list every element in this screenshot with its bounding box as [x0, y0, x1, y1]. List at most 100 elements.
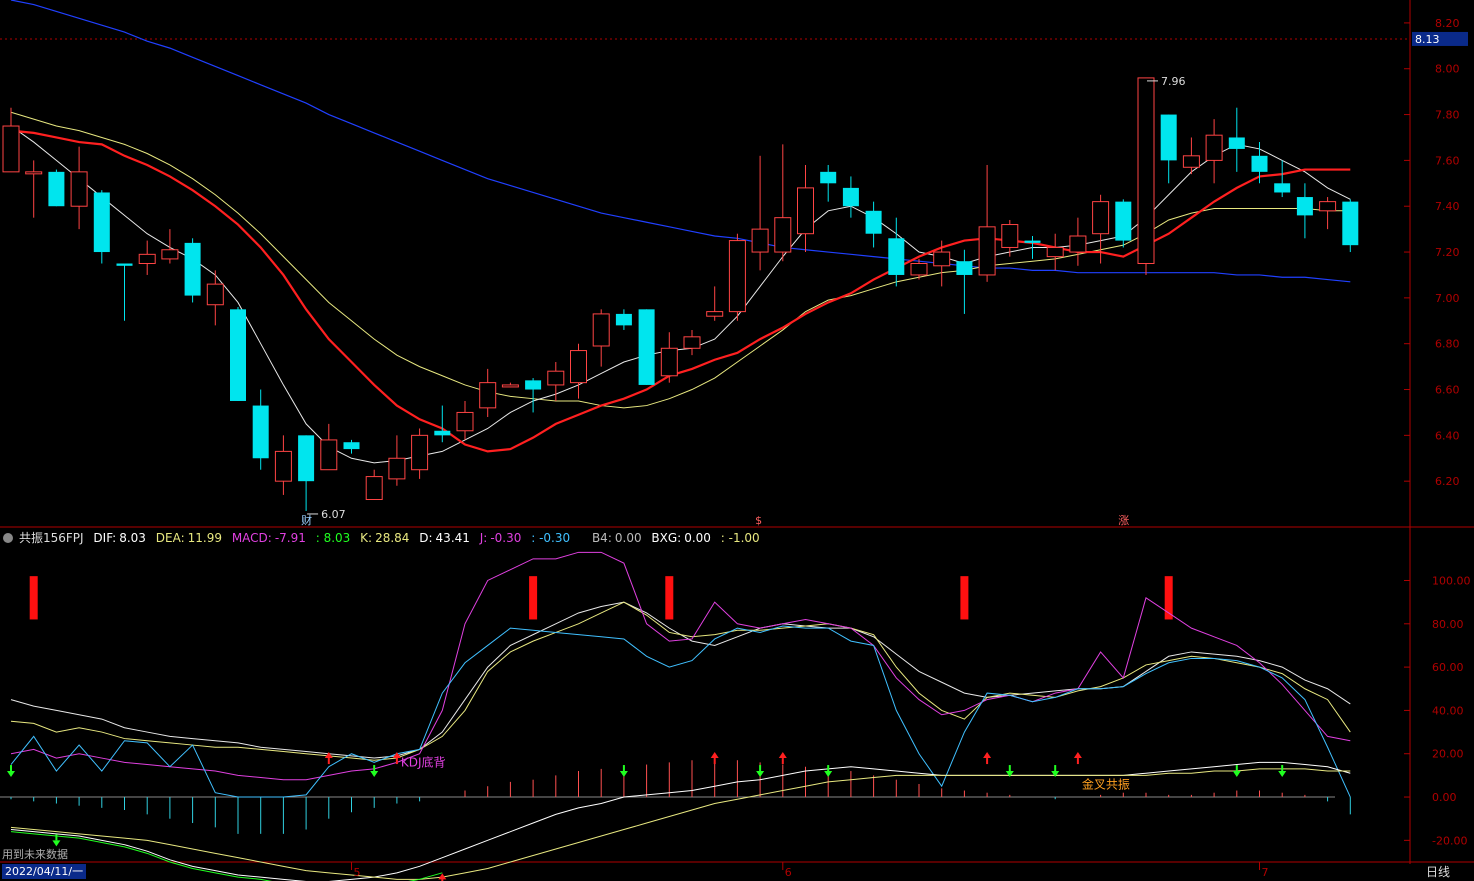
candle-body-up: [706, 311, 724, 317]
j-label: J:: [479, 531, 488, 545]
candle-body-up: [70, 171, 88, 207]
series-d-line: [10, 601, 1351, 761]
candle-body-down: [116, 263, 133, 266]
price-tick-label: 6.20: [1435, 475, 1460, 488]
signal-label: 金叉共振: [1082, 776, 1130, 791]
series-dif-line: [10, 761, 1351, 881]
candle-body-down: [343, 442, 360, 450]
candle-body-up: [388, 457, 406, 480]
d-label: D:: [419, 531, 433, 545]
indicator-tick-label: -20.00: [1432, 834, 1467, 847]
candle-body-up: [1205, 134, 1223, 161]
price-annotation: 6.07: [321, 508, 346, 521]
signal-bar: [960, 576, 969, 620]
bxg-label: BXG:: [651, 531, 682, 545]
candle-body-down: [1228, 137, 1245, 149]
indicator-tick-label: 80.00: [1432, 618, 1464, 631]
price-tick-label: 7.00: [1435, 292, 1460, 305]
candle-body-up: [910, 263, 928, 276]
arrow-up-icon: [778, 752, 787, 759]
dea-label: DEA:: [155, 531, 185, 545]
indicator-name[interactable]: 共振156FPJ: [19, 531, 84, 545]
candle-body-up: [138, 253, 156, 264]
candle-body-up: [751, 228, 769, 253]
arrow-up-icon: [983, 752, 992, 759]
j-value: -0.30: [490, 531, 522, 545]
indicator-tick-label: 20.00: [1432, 748, 1464, 761]
candle-body-down: [298, 435, 315, 482]
indicator-bar: 共振156FPJ DIF: 8.03 DEA: 11.99 MACD: -7.91 :…: [0, 529, 1410, 547]
candle-body-down: [1115, 201, 1132, 241]
price-tick-label: 7.80: [1435, 109, 1460, 122]
candle-body-down: [230, 309, 246, 401]
collapse-toggle-icon[interactable]: [3, 533, 13, 543]
candle-body-up: [660, 347, 678, 377]
chart-canvas[interactable]: 6.20 6.40 6.60 6.80 7.00 7.20 7.40 7.60 7.80 8.00…: [0, 0, 1474, 881]
arrow-down-icon: [756, 771, 765, 778]
time-tick-label: 7: [1262, 866, 1269, 879]
price-tick-label: 8.20: [1435, 17, 1460, 30]
candle-body-down: [1024, 240, 1041, 243]
candle-body-down: [842, 187, 859, 207]
b4-label: B4:: [591, 531, 612, 545]
price-tick-label: 7.40: [1435, 200, 1460, 213]
arrow-down-icon: [1278, 771, 1287, 778]
candle-body-down: [1296, 197, 1313, 216]
price-tick-label: 7.60: [1435, 154, 1460, 167]
signal-bar: [529, 576, 538, 620]
candle-body-up: [365, 476, 383, 501]
candle-body-down: [93, 192, 110, 253]
candle-body-down: [888, 238, 905, 275]
period-label[interactable]: 日线: [1426, 864, 1450, 880]
candle-body-down: [434, 430, 451, 436]
arrow-up-icon: [710, 752, 719, 759]
indicator-tick-label: 100.00: [1432, 574, 1471, 587]
macd-value: -7.91: [274, 531, 306, 545]
arrow-down-icon: [370, 771, 379, 778]
candle-body-down: [1251, 155, 1268, 172]
candle-body-down: [865, 210, 882, 234]
candle-body-down: [638, 309, 655, 385]
arrow-down-icon: [619, 771, 628, 778]
candle-body-down: [1274, 183, 1291, 193]
event-marker: $: [755, 514, 762, 527]
k-value: 28.84: [375, 531, 410, 545]
bxg-value: 0.00: [684, 531, 711, 545]
candle-body-up: [547, 370, 565, 386]
candle-body-down: [252, 405, 269, 459]
candle-body-up: [728, 240, 746, 313]
price-tick-label: 6.80: [1435, 338, 1460, 351]
candle-body-down: [184, 242, 201, 296]
candle-body-up: [592, 313, 610, 347]
candle-body-up: [479, 382, 497, 409]
candle-body-up: [797, 187, 814, 235]
price-tick-label: 6.40: [1435, 429, 1460, 442]
signal-bar: [665, 576, 674, 620]
event-marker: 财: [301, 513, 312, 527]
b4-value: 0.00: [614, 531, 642, 545]
candle-body-up: [25, 171, 43, 175]
candle-body-up: [411, 434, 429, 471]
candle-body-up: [570, 350, 587, 384]
candle-body-up: [1092, 201, 1110, 235]
candle-body-up: [2, 125, 20, 173]
dif-value: 8.03: [119, 531, 146, 545]
candle-body-up: [501, 384, 519, 388]
signal-label: KDJ底背: [401, 755, 446, 770]
candle-body-up: [320, 439, 338, 471]
candle-body-up: [1319, 201, 1337, 212]
time-tick-label: 5: [354, 866, 361, 879]
candle-body-up: [774, 217, 792, 253]
signal-bar: [29, 576, 38, 620]
candle-body-down: [1342, 201, 1359, 246]
arrow-down-icon: [1051, 771, 1060, 778]
indicator-tick-label: 40.00: [1432, 704, 1464, 717]
last-value: : -1.00: [720, 531, 760, 545]
candle-body-up: [1001, 224, 1019, 248]
candle-body-down: [820, 171, 837, 184]
candle-body-down: [956, 261, 973, 275]
price-annotation: 7.96: [1161, 75, 1186, 88]
candle-body-up: [161, 249, 179, 260]
candle-body-up: [456, 411, 474, 432]
arrow-down-icon: [1232, 771, 1241, 778]
